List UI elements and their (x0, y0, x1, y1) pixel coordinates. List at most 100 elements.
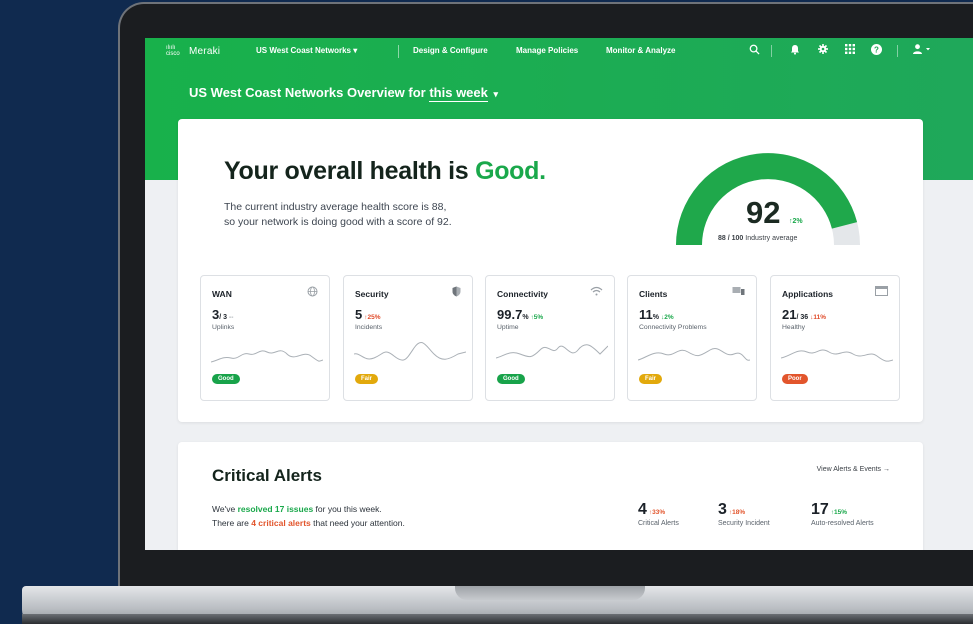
stat-value: 17 (811, 501, 829, 518)
status-badge: Fair (355, 374, 379, 384)
wifi-icon (590, 286, 603, 299)
nav-manage-policies[interactable]: Manage Policies (516, 46, 578, 55)
top-nav: ılıılı cisco Meraki US West Coast Networ… (145, 38, 973, 64)
alerts-text: that need your attention. (310, 518, 405, 528)
overview-prefix: US West Coast Networks Overview for (189, 85, 430, 100)
chevron-down-icon[interactable]: ▾ (494, 89, 499, 99)
metric-value-unit: / 36 (796, 314, 809, 321)
alerts-text: for you this week. (313, 504, 382, 514)
org-selector[interactable]: US West Coast Networks ▾ (256, 46, 357, 55)
alerts-text: We've (212, 504, 238, 514)
window-icon (875, 286, 888, 299)
sparkline (638, 348, 750, 361)
nav-design-configure[interactable]: Design & Configure (413, 46, 488, 55)
help-icon[interactable]: ? (871, 44, 882, 58)
critical-alerts-highlight: 4 critical alerts (251, 518, 311, 528)
status-badge: Good (497, 374, 525, 384)
svg-text:?: ? (874, 45, 879, 54)
nav-divider (398, 45, 399, 58)
status-badge: Fair (639, 374, 663, 384)
metric-delta: ↓2% (660, 314, 674, 321)
stat-delta: ↑15% (830, 509, 848, 516)
metric-label: Healthy (782, 324, 806, 331)
alert-stat-auto-resolved[interactable]: 17 ↑15% Auto-resolved Alerts (811, 501, 874, 527)
period-selector[interactable]: this week (429, 85, 488, 102)
metric-card-clients[interactable]: Clients 11% ↓2% Connectivity Problems Fair (627, 275, 757, 401)
status-badge: Poor (782, 374, 808, 384)
laptop-bezel (120, 550, 973, 588)
cisco-logo-text: ılıılı cisco (166, 45, 180, 57)
metric-delta: -- (229, 314, 234, 321)
laptop-base-edge (22, 614, 973, 624)
metric-value: 21/ 36 ↓11% (782, 307, 826, 322)
metric-label: Uptime (497, 324, 519, 331)
nav-divider (897, 45, 898, 57)
metric-delta: ↑25% (364, 314, 381, 321)
gear-icon[interactable] (818, 44, 828, 57)
alerts-summary-line: There are 4 critical alerts that need yo… (212, 518, 405, 528)
resolved-issues-highlight: resolved 17 issues (237, 504, 314, 514)
laptop-notch (455, 586, 645, 600)
grid-icon[interactable] (845, 44, 855, 57)
health-headline: Your overall health is Good. (224, 157, 546, 186)
bell-icon[interactable] (790, 44, 800, 58)
health-score: 92 (746, 195, 781, 230)
meraki-logo-text: Meraki (189, 45, 221, 57)
alert-stat-security[interactable]: 3 ↑18% Security Incident (718, 501, 770, 527)
industry-label: Industry average (745, 235, 798, 242)
metric-title: WAN (212, 289, 232, 299)
metric-value-number: 21 (782, 307, 797, 322)
globe-icon (307, 286, 318, 300)
sparkline (496, 344, 608, 359)
nav-divider (771, 45, 772, 57)
alerts-text: There are (212, 518, 252, 528)
metric-value: 5 ↑25% (355, 307, 381, 322)
alerts-summary-line: We've resolved 17 issues for you this we… (212, 504, 382, 514)
metric-card-security[interactable]: Security 5 ↑25% Incidents Fair (343, 275, 473, 401)
view-alerts-link[interactable]: View Alerts & Events → (817, 466, 890, 473)
alerts-title: Critical Alerts (212, 466, 322, 485)
metric-card-applications[interactable]: Applications 21/ 36 ↓11% Healthy Poor (770, 275, 900, 401)
industry-value: 88 / 100 (718, 235, 744, 242)
nav-monitor-analyze[interactable]: Monitor & Analyze (606, 46, 675, 55)
health-description-line: so your network is doing good with a sco… (224, 216, 452, 228)
health-score-delta: ↑2% (789, 218, 803, 225)
industry-average: 88 / 100 Industry average (718, 235, 797, 242)
metric-value: 11% ↓2% (639, 307, 674, 322)
metric-title: Clients (639, 289, 668, 299)
meraki-logo[interactable]: ılıılı cisco Meraki (166, 45, 220, 57)
stat-label: Auto-resolved Alerts (811, 520, 874, 527)
stat-delta: ↑33% (648, 509, 666, 516)
sparkline (354, 342, 466, 361)
metric-card-connectivity[interactable]: Connectivity 99.7% ↑5% Uptime Good (485, 275, 615, 401)
metric-value-number: 5 (355, 307, 363, 322)
alert-stat-critical[interactable]: 4 ↑33% Critical Alerts (638, 501, 679, 527)
metric-value-unit: % (652, 314, 659, 321)
metric-label: Incidents (355, 324, 383, 331)
metric-label: Uplinks (212, 324, 235, 331)
metric-value-number: 99.7 (497, 307, 523, 322)
metric-title: Applications (782, 289, 834, 299)
health-card: Your overall health is Good. The current… (178, 119, 923, 422)
stat-value: 3 (718, 501, 727, 518)
user-icon[interactable] (913, 44, 931, 57)
headline-prefix: Your overall health is (224, 157, 476, 185)
metric-value-unit: / 3 (219, 314, 228, 321)
metric-delta: ↓11% (810, 314, 827, 321)
shield-icon (452, 286, 461, 300)
health-description: The current industry average health scor… (224, 200, 524, 230)
app-screen: ılıılı cisco Meraki US West Coast Networ… (145, 38, 973, 550)
search-icon[interactable] (749, 44, 760, 58)
metric-delta: ↑5% (530, 314, 544, 321)
alerts-card: Critical Alerts View Alerts & Events → W… (178, 442, 923, 550)
status-badge: Good (212, 374, 240, 384)
stat-value: 4 (638, 501, 647, 518)
metric-card-wan[interactable]: WAN 3/ 3 -- Uplinks Good (200, 275, 330, 401)
stat-delta: ↑18% (728, 509, 746, 516)
metric-value: 3/ 3 -- (212, 307, 233, 322)
sparkline (781, 349, 893, 362)
health-status: Good. (475, 157, 546, 185)
sparkline (211, 350, 323, 363)
metric-label: Connectivity Problems (639, 324, 707, 331)
stat-label: Critical Alerts (638, 520, 679, 527)
